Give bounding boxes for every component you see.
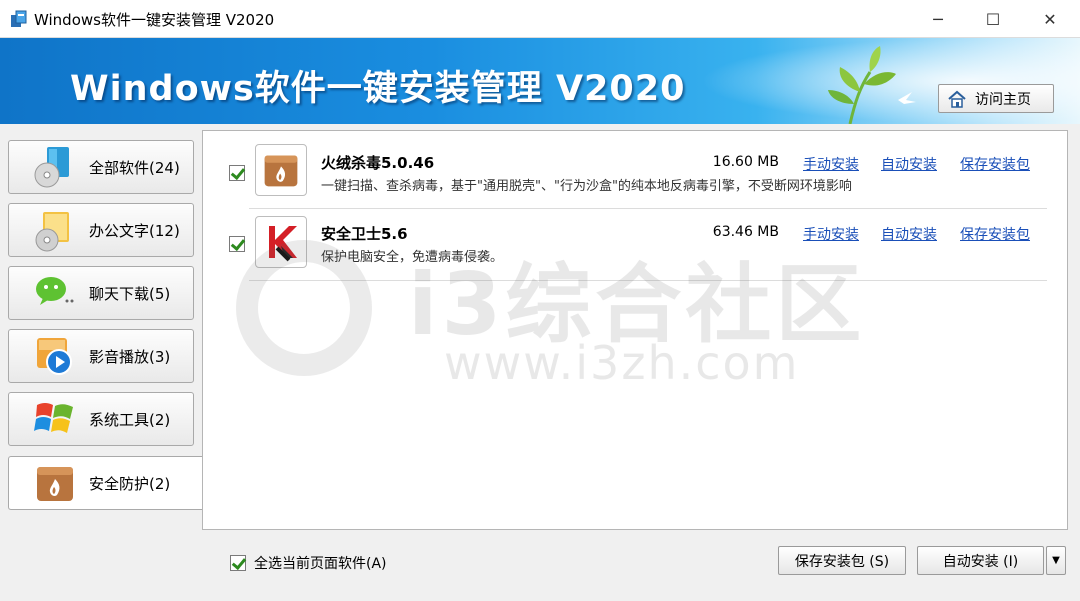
app-icon: [11, 10, 27, 27]
software-name: 安全卫士5.6: [321, 225, 408, 243]
home-icon: [948, 90, 966, 108]
select-all-check-box[interactable]: [230, 555, 246, 571]
category-office-label: 办公文字(12): [89, 221, 180, 240]
category-sidebar: 全部软件(24) 办公文字(12) 聊天下载(5) 影音播放(3) 系统工具(2…: [0, 124, 202, 544]
manual-install-link[interactable]: 手动安装: [803, 224, 859, 244]
visit-homepage-label: 访问主页: [975, 91, 1031, 108]
tinder-box-icon: [33, 461, 77, 505]
maximize-button[interactable]: ☐: [966, 0, 1020, 38]
software-list-panel: 火绒杀毒5.0.46 一键扫描、查杀病毒，基于"通用脱壳"、"行为沙盒"的纯本地…: [202, 130, 1068, 530]
install-options-dropdown[interactable]: ▼: [1046, 546, 1066, 575]
category-media-label: 影音播放(3): [89, 347, 171, 366]
row-divider: [249, 280, 1047, 281]
windows-logo-icon: [33, 397, 77, 441]
auto-install-link[interactable]: 自动安装: [881, 224, 937, 244]
category-chat-download-label: 聊天下载(5): [89, 284, 171, 303]
save-packages-button[interactable]: 保存安装包 (S): [778, 546, 906, 575]
software-name: 火绒杀毒5.0.46: [321, 154, 435, 172]
software-size: 16.60 MB: [712, 154, 779, 170]
category-system-tools-label: 系统工具(2): [89, 410, 171, 429]
media-player-icon: [33, 334, 77, 378]
category-all[interactable]: 全部软件(24): [8, 140, 194, 194]
row-divider: [249, 208, 1047, 209]
software-row: 安全卫士5.6 保护电脑安全，免遭病毒侵袭。 63.46 MB 手动安装 自动安…: [203, 210, 1067, 284]
plant-illustration: [828, 46, 916, 124]
software-description: 一键扫描、查杀病毒，基于"通用脱壳"、"行为沙盒"的纯本地反病毒引擎，不受断网环…: [321, 179, 852, 194]
category-security-label: 安全防护(2): [89, 474, 171, 493]
visit-homepage-button[interactable]: 访问主页: [938, 84, 1054, 113]
category-chat-download[interactable]: 聊天下载(5): [8, 266, 194, 320]
software-checkbox[interactable]: [229, 236, 245, 252]
software-row: 火绒杀毒5.0.46 一键扫描、查杀病毒，基于"通用脱壳"、"行为沙盒"的纯本地…: [203, 136, 1067, 210]
select-all-checkbox[interactable]: 全选当前页面软件(A): [230, 553, 387, 573]
category-media[interactable]: 影音播放(3): [8, 329, 194, 383]
wechat-icon: [33, 271, 77, 315]
auto-install-button[interactable]: 自动安装 (I): [917, 546, 1044, 575]
huorong-icon: [255, 144, 307, 196]
minimize-button[interactable]: ─: [911, 0, 965, 38]
select-all-label: 全选当前页面软件(A): [254, 556, 387, 572]
software-checkbox[interactable]: [229, 165, 245, 181]
category-security[interactable]: 安全防护(2): [8, 456, 202, 510]
category-all-label: 全部软件(24): [89, 158, 180, 177]
kaspersky-icon: [255, 216, 307, 268]
banner-title: Windows软件一键安装管理 V2020: [70, 69, 686, 109]
header-banner: Windows软件一键安装管理 V2020 访问主页: [0, 38, 1080, 124]
software-size: 63.46 MB: [712, 224, 779, 240]
manual-install-link[interactable]: 手动安装: [803, 154, 859, 174]
category-system-tools[interactable]: 系统工具(2): [8, 392, 194, 446]
software-description: 保护电脑安全，免遭病毒侵袭。: [321, 250, 504, 265]
disc-folder-icon: [33, 208, 77, 252]
save-package-link[interactable]: 保存安装包: [960, 154, 1030, 174]
category-office[interactable]: 办公文字(12): [8, 203, 194, 257]
save-package-link[interactable]: 保存安装包: [960, 224, 1030, 244]
title-bar: Windows软件一键安装管理 V2020 ─ ☐ ✕: [0, 0, 1080, 38]
close-button[interactable]: ✕: [1023, 0, 1077, 38]
window-title: Windows软件一键安装管理 V2020: [34, 11, 275, 29]
auto-install-link[interactable]: 自动安装: [881, 154, 937, 174]
disc-box-icon: [33, 145, 77, 189]
